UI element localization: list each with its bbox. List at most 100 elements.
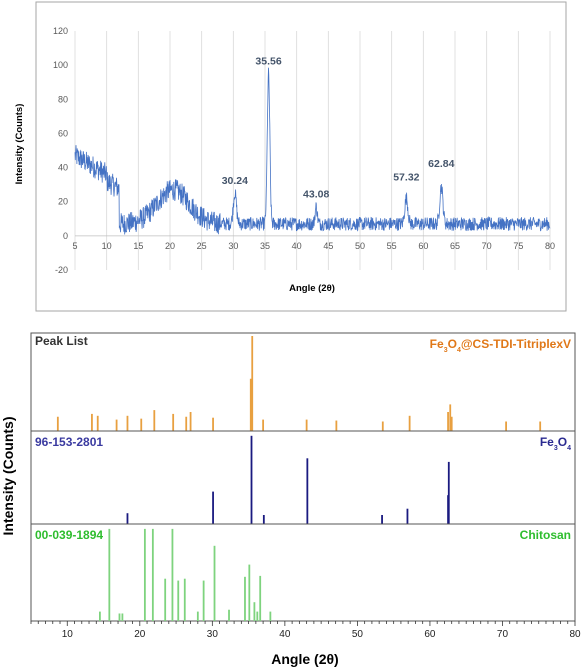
panel-left-label: 00-039-1894 <box>35 528 103 542</box>
x-tick-label: 5 <box>72 241 77 251</box>
peak-stick <box>539 421 542 431</box>
peak-label: 35.56 <box>255 56 281 68</box>
peak-stick <box>262 515 265 524</box>
y-tick-label: 60 <box>58 128 68 138</box>
bottom-x-tick-label: 80 <box>569 629 581 640</box>
panel-frame <box>30 430 576 525</box>
panel-left-label: Peak List <box>35 334 88 348</box>
x-tick-label: 80 <box>545 241 555 251</box>
x-tick-label: 75 <box>513 241 523 251</box>
y-tick-label: -20 <box>55 265 68 275</box>
x-tick-label: 50 <box>355 241 365 251</box>
peak-label: 30.24 <box>222 175 248 187</box>
peak-stick <box>406 508 409 524</box>
peak-stick <box>126 415 129 431</box>
x-tick-label: 30 <box>228 241 238 251</box>
y-axis-label: Intensity (Counts) <box>14 104 25 185</box>
peak-stick <box>256 611 259 621</box>
x-tick-label: 35 <box>260 241 270 251</box>
y-tick-label: 40 <box>58 163 68 173</box>
peak-label: 57.32 <box>393 172 419 184</box>
bottom-x-tick-label: 50 <box>352 629 364 640</box>
x-tick-label: 25 <box>197 241 207 251</box>
peak-list-chart: Peak List Fe3O4@CS-TDI-TitriplexV96-153-2… <box>0 332 581 667</box>
peak-stick <box>115 419 118 431</box>
peak-stick <box>140 418 143 431</box>
peak-stick <box>189 412 192 431</box>
peak-stick <box>99 611 101 621</box>
x-tick-label: 40 <box>292 241 302 251</box>
panel-2: 96-153-2801 Fe3O4 <box>30 430 576 525</box>
panel-3: 00-039-1894 Chitosan <box>30 523 576 622</box>
bottom-x-tick-label: 70 <box>497 629 509 640</box>
panel-right-label: Chitosan <box>520 528 571 542</box>
x-tick-label: 15 <box>133 241 143 251</box>
peak-stick <box>202 580 205 621</box>
peak-stick <box>108 528 111 621</box>
peak-stick <box>248 564 251 621</box>
xrd-line-chart: 5 10 15 20 25 30 35 40 45 50 55 60 65 70 75 80 -20 0 20 40… <box>14 1 567 312</box>
peak-stick <box>213 545 216 621</box>
peak-stick <box>212 417 214 431</box>
peak-stick <box>262 419 265 431</box>
peak-stick <box>269 611 272 621</box>
x-tick-label: 20 <box>165 241 175 251</box>
peak-stick <box>118 613 121 621</box>
peak-stick <box>183 578 186 621</box>
x-tick-label: 70 <box>482 241 492 251</box>
peak-stick <box>381 515 383 524</box>
peak-label: 62.84 <box>428 158 454 170</box>
panel-frame <box>30 523 576 622</box>
peak-stick <box>212 491 214 524</box>
peak-stick <box>121 613 124 621</box>
bottom-y-axis-label: Intensity (Counts) <box>0 417 16 536</box>
peak-stick <box>164 578 167 621</box>
bottom-x-tick-label: 30 <box>207 629 219 640</box>
peak-stick <box>249 378 252 431</box>
peak-stick <box>126 513 129 524</box>
peak-stick <box>91 413 93 431</box>
peak-stick <box>153 410 156 431</box>
y-tick-label: 0 <box>63 231 68 241</box>
y-tick-label: 20 <box>58 197 68 207</box>
peak-stick <box>56 416 59 431</box>
figure: 5 10 15 20 25 30 35 40 45 50 55 60 65 70 75 80 -20 0 20 40… <box>0 1 581 667</box>
peak-stick <box>381 421 384 431</box>
peak-stick <box>185 416 188 431</box>
reference-panels: Peak List Fe3O4@CS-TDI-TitriplexV96-153-2… <box>30 332 576 622</box>
y-tick-label: 100 <box>53 60 68 70</box>
x-axis-label: Angle (2θ) <box>289 283 335 294</box>
peak-stick <box>408 415 411 431</box>
bottom-x-tick-label: 60 <box>424 629 436 640</box>
peak-label: 43.08 <box>303 189 329 201</box>
peak-stick <box>143 528 146 621</box>
bottom-x-tick-label: 10 <box>62 629 74 640</box>
peak-stick <box>253 602 256 621</box>
peak-stick <box>196 611 199 621</box>
peak-stick <box>151 528 154 621</box>
peak-stick <box>505 421 507 431</box>
bottom-x-tick-label: 40 <box>279 629 291 640</box>
x-tick-label: 65 <box>450 241 460 251</box>
x-tick-label: 60 <box>418 241 428 251</box>
panel-left-label: 96-153-2801 <box>35 435 103 449</box>
peak-stick <box>259 575 262 621</box>
peak-stick <box>228 609 230 621</box>
y-tick-label: 120 <box>53 26 68 36</box>
peak-stick <box>244 576 246 621</box>
peak-stick <box>177 580 180 621</box>
peak-stick <box>172 413 175 431</box>
peak-stick <box>171 528 174 621</box>
x-tick-label: 45 <box>323 241 333 251</box>
peak-stick <box>305 419 308 431</box>
bottom-x-tick-label: 20 <box>134 629 146 640</box>
x-tick-label: 10 <box>102 241 112 251</box>
panel-1: Peak List Fe3O4@CS-TDI-TitriplexV <box>30 332 576 432</box>
y-tick-label: 80 <box>58 94 68 104</box>
peak-stick <box>250 435 253 524</box>
peak-stick <box>306 458 309 524</box>
x-tick-label: 55 <box>387 241 397 251</box>
peak-stick <box>447 495 449 524</box>
bottom-x-axis-label: Angle (2θ) <box>271 651 338 667</box>
peak-stick <box>96 415 99 431</box>
